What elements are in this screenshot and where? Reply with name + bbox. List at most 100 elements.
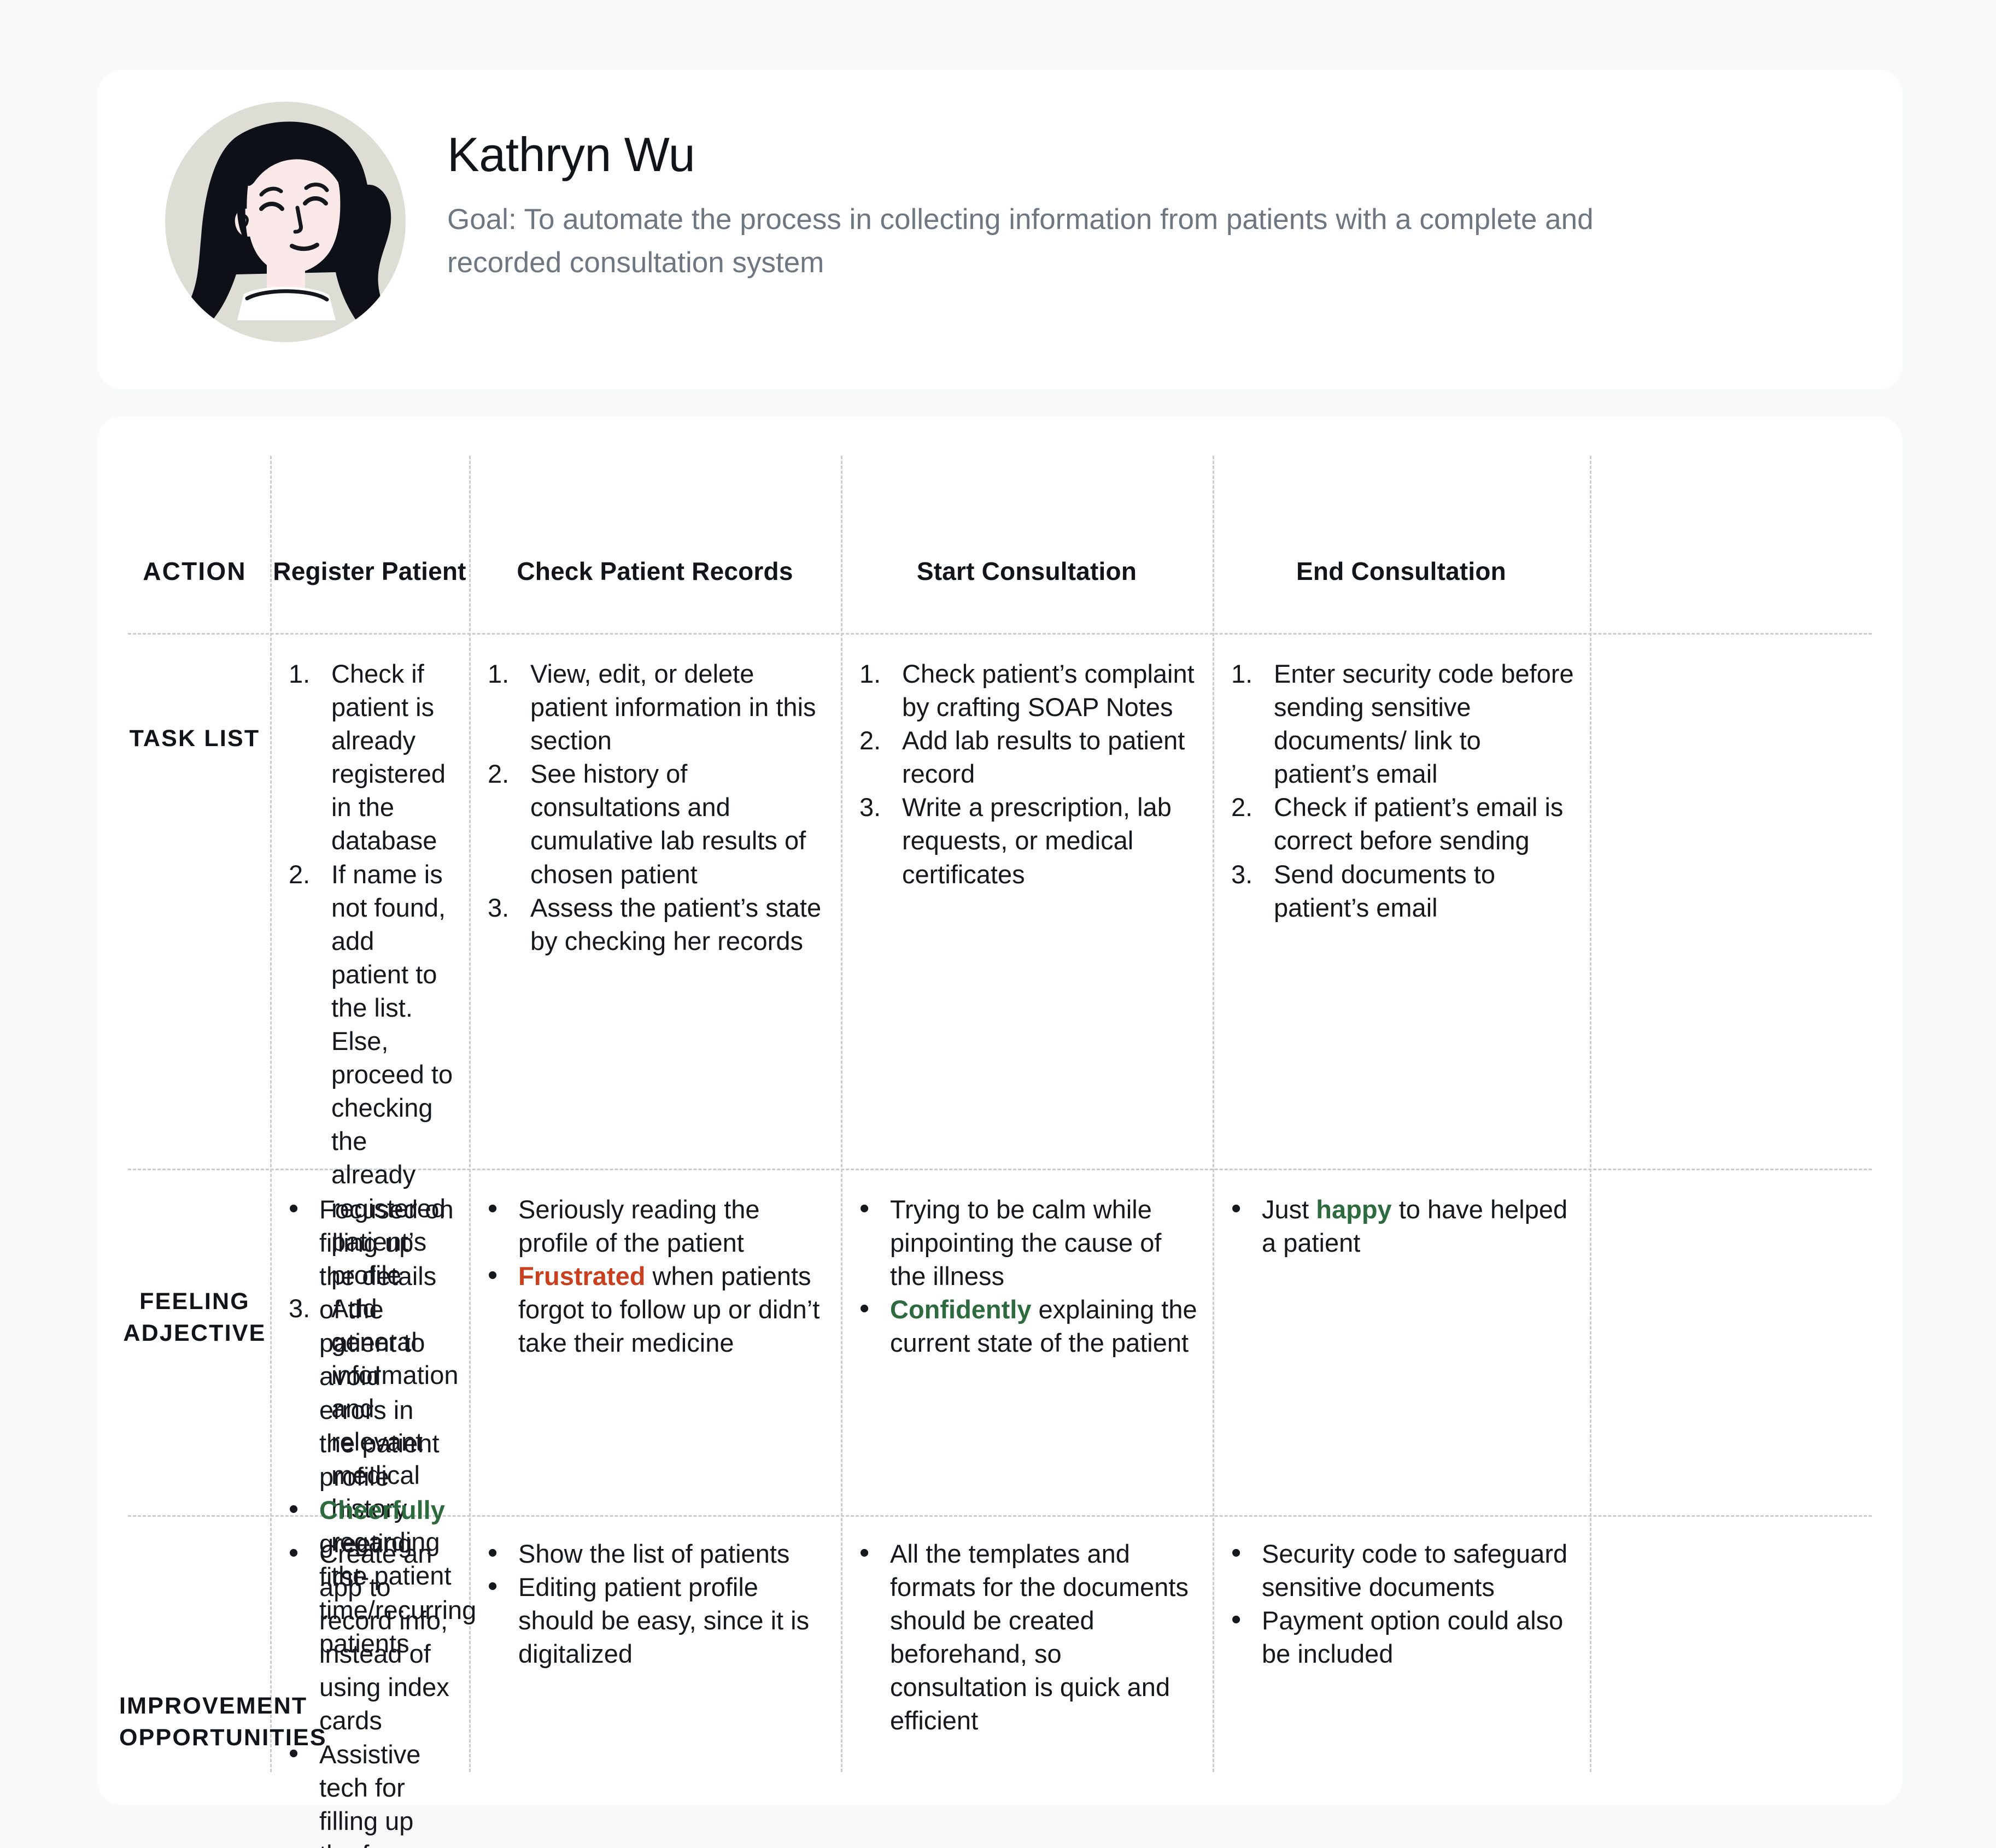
- text-fragment: View, edit, or delete patient informatio…: [530, 659, 816, 755]
- column-separator: [469, 456, 471, 1772]
- cell-r3-c4: • Security code to safeguard sensitive do…: [1231, 1537, 1574, 1670]
- list-item: 3. Assess the patient’s state by checking…: [488, 891, 826, 958]
- column-header-4: End Consultation: [1296, 557, 1506, 585]
- list-item: 1. Check patient’s complaint by crafting …: [859, 657, 1197, 724]
- row-label-2: FEELING ADJECTIVE: [123, 1288, 266, 1347]
- list-marker: 2.: [1231, 793, 1253, 822]
- list-item: • Seriously reading the profile of the pa…: [488, 1193, 826, 1259]
- list-item: • All the templates and formats for the d…: [859, 1537, 1197, 1738]
- list-item: • Frustrated when patients forgot to foll…: [488, 1259, 826, 1359]
- row-label-3: IMPROVEMENT OPPORTUNITIES: [119, 1693, 327, 1751]
- cell-r2-c2: • Seriously reading the profile of the pa…: [488, 1193, 826, 1359]
- list-marker: 1.: [1231, 659, 1253, 688]
- column-header-3: Start Consultation: [916, 557, 1137, 585]
- text-fragment: Seriously reading the profile of the pat…: [518, 1195, 760, 1258]
- column-header-2: Check Patient Records: [517, 557, 793, 585]
- list-marker: 2.: [488, 759, 510, 789]
- list-item: • Payment option could also be included: [1231, 1604, 1574, 1670]
- list-marker: •: [488, 1193, 498, 1224]
- journey-grid: ACTION Register Patient Check Patient Reco…: [97, 416, 1903, 1848]
- list-marker: 2.: [289, 859, 311, 889]
- cell-r1-c4: 1. Enter security code before sending sen…: [1231, 657, 1574, 924]
- column-header-action: ACTION: [143, 557, 247, 585]
- text-fragment: Payment option could also be included: [1262, 1606, 1564, 1669]
- persona-goal: Goal: To automate the process in collect…: [447, 203, 1594, 279]
- list-marker: 1.: [488, 659, 510, 688]
- journey-table-card: ACTION Register Patient Check Patient Reco…: [97, 416, 1903, 1848]
- list-marker: 2.: [859, 726, 881, 755]
- list-marker: •: [289, 1493, 299, 1525]
- text-fragment: Enter security code before sending sensi…: [1274, 659, 1574, 789]
- highlight-positive: happy: [1316, 1195, 1392, 1224]
- column-separator: [841, 456, 842, 1772]
- list-marker: 1.: [859, 659, 881, 688]
- cell-r1-c3: 1. Check patient’s complaint by crafting …: [859, 657, 1197, 891]
- list-item: • Trying to be calm while pinpointing the…: [859, 1193, 1197, 1293]
- text-fragment: Write a prescription, lab requests, or m…: [902, 793, 1172, 889]
- list-item: • Show the list of patients: [488, 1537, 826, 1570]
- list-item: • Focused on filling up the details of th…: [289, 1193, 454, 1493]
- text-fragment: See history of consultations and cumulat…: [530, 759, 806, 889]
- column-separator: [1590, 456, 1591, 1772]
- text-fragment: Add lab results to patient record: [902, 726, 1185, 789]
- column-separator: [1213, 456, 1214, 1772]
- list-item: 1. View, edit, or delete patient informat…: [488, 657, 826, 757]
- list-marker: •: [488, 1570, 498, 1603]
- list-item: 1. Check if patient is already registered…: [289, 657, 454, 858]
- list-marker: •: [289, 1193, 299, 1224]
- list-marker: •: [859, 1537, 870, 1569]
- column-separator: [270, 456, 272, 1772]
- list-item: • Editing patient profile should be easy,…: [488, 1570, 826, 1670]
- text-fragment: Check if patient’s email is correct befo…: [1274, 793, 1564, 855]
- persona-info: Kathryn Wu Goal: To automate the process…: [447, 129, 1759, 284]
- list-marker: •: [859, 1193, 870, 1224]
- list-marker: 3.: [488, 893, 510, 922]
- list-item: • Just happy to have helped a patient: [1231, 1193, 1574, 1259]
- text-fragment: All the templates and formats for the do…: [890, 1539, 1189, 1735]
- text-fragment: Check if patient is already registered i…: [331, 659, 446, 855]
- persona-journey-page: Kathryn Wu Goal: To automate the process…: [0, 0, 1996, 1848]
- list-item: • Security code to safeguard sensitive do…: [1231, 1537, 1574, 1604]
- text-fragment: Focused on filling up the details of the…: [319, 1195, 454, 1491]
- list-marker: •: [1231, 1604, 1242, 1636]
- list-marker: 1.: [289, 659, 311, 688]
- cell-r2-c3: • Trying to be calm while pinpointing the…: [859, 1193, 1197, 1359]
- cell-r3-c3: • All the templates and formats for the d…: [859, 1537, 1197, 1738]
- list-marker: •: [1231, 1537, 1242, 1569]
- highlight-negative: Frustrated: [518, 1262, 646, 1291]
- text-fragment: Security code to safeguard sensitive doc…: [1262, 1539, 1568, 1602]
- row-label-1: TASK LIST: [129, 725, 260, 752]
- list-item: 1. Enter security code before sending sen…: [1231, 657, 1574, 790]
- list-item: 3. Write a prescription, lab requests, or…: [859, 790, 1197, 890]
- persona-header-card: Kathryn Wu Goal: To automate the process…: [97, 70, 1903, 389]
- text-fragment: Show the list of patients: [518, 1539, 790, 1568]
- list-item: • Assistive tech for filling up the form …: [289, 1738, 454, 1848]
- list-marker: 3.: [859, 793, 881, 822]
- cell-r3-c2: • Show the list of patients • Editing patie…: [488, 1537, 826, 1670]
- cell-r1-c2: 1. View, edit, or delete patient informat…: [488, 657, 826, 958]
- cell-r3-c1: • Create an app to record info, instead o…: [289, 1537, 454, 1848]
- text-fragment: Check patient’s complaint by crafting SO…: [902, 659, 1195, 722]
- list-marker: 3.: [1231, 859, 1253, 889]
- list-marker: •: [859, 1293, 870, 1325]
- avatar: [165, 102, 406, 342]
- list-item: • Create an app to record info, instead o…: [289, 1537, 454, 1738]
- highlight-positive: Cheerfully: [319, 1495, 445, 1524]
- highlight-positive: Confidently: [890, 1295, 1032, 1324]
- list-item: 3. Send documents to patient’s email: [1231, 858, 1574, 924]
- list-item: • Confidently explaining the current stat…: [859, 1293, 1197, 1359]
- list-marker: •: [289, 1737, 299, 1769]
- text-fragment: Send documents to patient’s email: [1274, 859, 1495, 922]
- text-fragment: Trying to be calm while pinpointing the …: [890, 1195, 1162, 1291]
- avatar-illustration-icon: [165, 102, 406, 342]
- text-fragment: Assistive tech for filling up the form m…: [319, 1739, 421, 1848]
- list-marker: •: [488, 1537, 498, 1569]
- list-item: 2. See history of consultations and cumul…: [488, 757, 826, 890]
- column-header-1: Register Patient: [273, 557, 466, 585]
- list-item: 2. Check if patient’s email is correct be…: [1231, 790, 1574, 857]
- text-fragment: Editing patient profile should be easy, …: [518, 1573, 810, 1669]
- text-fragment: Just: [1262, 1195, 1316, 1224]
- list-marker: •: [289, 1537, 299, 1569]
- row-separator: [128, 633, 1872, 635]
- text-fragment: Create an app to record info, instead of…: [319, 1539, 449, 1735]
